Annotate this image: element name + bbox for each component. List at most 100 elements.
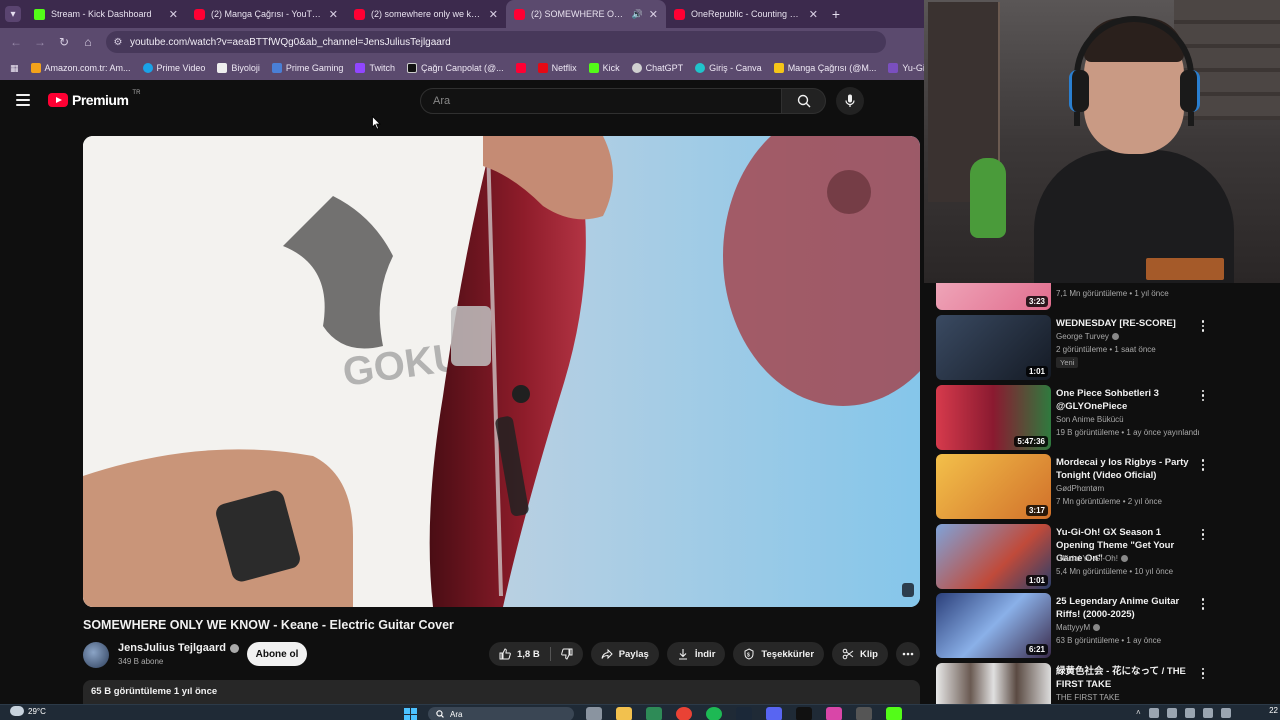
more-vertical-icon[interactable] bbox=[1198, 667, 1208, 681]
tab-counting-stars[interactable]: OneRepublic - Counting Stars - ✕ bbox=[666, 0, 826, 28]
channel-name[interactable]: George Turvey bbox=[1056, 332, 1119, 341]
menu-icon[interactable] bbox=[16, 94, 30, 106]
new-tab-button[interactable]: + bbox=[826, 6, 846, 22]
capture-icon[interactable] bbox=[856, 707, 872, 720]
download-button[interactable]: İndir bbox=[666, 642, 726, 666]
weather-widget[interactable]: 29°C bbox=[10, 706, 46, 716]
bookmark-chatgpt[interactable]: ChatGPT bbox=[631, 63, 683, 73]
more-actions-button[interactable] bbox=[896, 642, 920, 666]
tab-somewhere-video[interactable]: (2) SOMEWHERE ONLY WE 🔊 ✕ bbox=[506, 0, 666, 28]
bookmark-amazon[interactable]: Amazon.com.tr: Am... bbox=[30, 63, 131, 73]
discord-icon[interactable] bbox=[766, 707, 782, 720]
video-player[interactable]: GOKU bbox=[83, 136, 920, 607]
taskbar-search[interactable]: Ara bbox=[428, 707, 574, 720]
channel-name[interactable]: Son Anime Bükücü bbox=[1056, 415, 1124, 424]
channel-name[interactable]: THE FIRST TAKE bbox=[1056, 693, 1120, 702]
notification-icon[interactable] bbox=[1202, 708, 1213, 718]
obs-icon[interactable] bbox=[826, 707, 842, 720]
dislike-button[interactable] bbox=[551, 642, 583, 666]
close-icon[interactable]: ✕ bbox=[489, 8, 498, 21]
bookmark-manga-cagrisi[interactable]: Manga Çağrısı (@M... bbox=[773, 63, 876, 73]
video-thumbnail[interactable]: 6:21 bbox=[936, 593, 1051, 658]
video-title[interactable]: 緑黄色社会 - 花になって / THE FIRST TAKE bbox=[1056, 665, 1196, 691]
list-item[interactable]: 3:17 Mordecai y los Rigbys - Party Tonig… bbox=[936, 452, 1280, 522]
video-title[interactable]: Mordecai y los Rigbys - Party Tonight (V… bbox=[1056, 456, 1196, 482]
game-icon[interactable] bbox=[646, 707, 662, 720]
chevron-up-icon[interactable]: ˄ bbox=[1136, 708, 1141, 718]
bookmark-canva[interactable]: Giriş - Canva bbox=[695, 63, 762, 73]
youtube-logo[interactable]: Premium TR bbox=[48, 90, 140, 108]
video-title[interactable]: One Piece Sohbetleri 3 @GLYOnePiece bbox=[1056, 387, 1196, 413]
bookmark-biyoloji[interactable]: Biyoloji bbox=[217, 63, 260, 73]
voice-search-button[interactable] bbox=[836, 87, 864, 115]
windows-start-icon[interactable] bbox=[404, 708, 417, 720]
bookmark-twitch[interactable]: Twitch bbox=[355, 63, 395, 73]
bookmark-yugioh[interactable]: Yu-Gi-Oh! Master... bbox=[888, 63, 924, 73]
search-input[interactable] bbox=[421, 89, 781, 113]
like-button[interactable]: 1,8 B bbox=[489, 642, 550, 666]
pen-icon[interactable] bbox=[1220, 708, 1231, 718]
close-icon[interactable]: ✕ bbox=[169, 8, 178, 21]
more-vertical-icon[interactable] bbox=[1198, 597, 1208, 611]
bookmark-prime-gaming[interactable]: Prime Gaming bbox=[271, 63, 343, 73]
clip-button[interactable]: Klip bbox=[832, 642, 888, 666]
tab-somewhere-search[interactable]: (2) somewhere only we know c ✕ bbox=[346, 0, 506, 28]
clock[interactable]: 22 bbox=[1269, 706, 1278, 715]
list-item[interactable]: 1:01 WEDNESDAY [RE-SCORE] George Turvey … bbox=[936, 313, 1280, 383]
bookmark-x-cagri[interactable]: Çağrı Canpolat (@... bbox=[406, 63, 504, 73]
home-button[interactable]: ⌂ bbox=[78, 32, 98, 52]
site-info-icon[interactable]: ⚙ bbox=[112, 36, 124, 48]
video-thumbnail[interactable]: 1:01 bbox=[936, 523, 1051, 589]
channel-name[interactable]: MattyyyM bbox=[1056, 623, 1101, 632]
apps-grid-icon[interactable]: ▦ bbox=[10, 63, 19, 74]
network-icon[interactable] bbox=[1148, 708, 1159, 718]
back-button[interactable]: ← bbox=[6, 32, 26, 52]
video-title[interactable]: WEDNESDAY [RE-SCORE] bbox=[1056, 317, 1196, 330]
channel-name[interactable]: GødPhαntøm bbox=[1056, 484, 1104, 493]
bookmark-youtube[interactable] bbox=[515, 63, 526, 73]
more-vertical-icon[interactable] bbox=[1198, 458, 1208, 472]
video-thumbnail[interactable]: 3:17 bbox=[936, 454, 1051, 519]
file-icon[interactable] bbox=[586, 707, 602, 720]
steam-icon[interactable] bbox=[736, 707, 752, 720]
subscribe-button[interactable]: Abone ol bbox=[247, 642, 307, 666]
close-icon[interactable]: ✕ bbox=[329, 8, 338, 21]
tab-kick-dashboard[interactable]: Stream - Kick Dashboard ✕ bbox=[26, 0, 186, 28]
video-thumbnail[interactable]: 3:23 bbox=[936, 283, 1051, 310]
list-item[interactable]: 1:01 Yu-Gi-Oh! GX Season 1 Opening Theme… bbox=[936, 522, 1280, 592]
chrome-icon[interactable] bbox=[676, 707, 692, 720]
forward-button[interactable]: → bbox=[30, 32, 50, 52]
thanks-button[interactable]: $ Teşekkürler bbox=[733, 642, 825, 666]
more-vertical-icon[interactable] bbox=[1198, 319, 1208, 333]
channel-name[interactable]: Official Yu-Gi-Oh! bbox=[1056, 554, 1128, 563]
channel-avatar[interactable] bbox=[83, 642, 109, 668]
video-thumbnail[interactable]: 1:01 bbox=[936, 315, 1051, 380]
capcut-icon[interactable] bbox=[796, 707, 812, 720]
speaker-icon[interactable]: 🔊 bbox=[632, 9, 643, 20]
tab-manga-cagrisi[interactable]: (2) Manga Çağrısı - YouTube ✕ bbox=[186, 0, 346, 28]
video-thumbnail[interactable]: 5:47:36 bbox=[936, 384, 1051, 450]
list-item[interactable]: 5:47:36 One Piece Sohbetleri 3 @GLYOnePi… bbox=[936, 383, 1280, 453]
screen: ▾ Stream - Kick Dashboard ✕ (2) Manga Ça… bbox=[0, 0, 1280, 720]
volume-icon[interactable] bbox=[1166, 708, 1177, 718]
bookmark-netflix[interactable]: Netflix bbox=[537, 63, 577, 73]
bookmark-prime-video[interactable]: Prime Video bbox=[142, 63, 205, 73]
tab-search-button[interactable]: ▾ bbox=[0, 0, 26, 28]
battery-icon[interactable] bbox=[1184, 708, 1195, 718]
share-button[interactable]: Paylaş bbox=[590, 642, 659, 666]
video-title[interactable]: 25 Legendary Anime Guitar Riffs! (2000-2… bbox=[1056, 595, 1196, 621]
channel-name[interactable]: JensJulius Tejlgaard bbox=[118, 642, 240, 654]
list-item[interactable]: 3:23 7,1 Mn görüntüleme • 1 yıl önce bbox=[936, 283, 1280, 313]
folder-icon[interactable] bbox=[616, 707, 632, 720]
search-button[interactable] bbox=[782, 88, 826, 114]
bookmark-kick[interactable]: Kick bbox=[588, 63, 620, 73]
close-icon[interactable]: ✕ bbox=[809, 8, 818, 21]
more-vertical-icon[interactable] bbox=[1198, 528, 1208, 542]
reload-button[interactable]: ↻ bbox=[54, 32, 74, 52]
kick-icon[interactable] bbox=[886, 707, 902, 720]
address-bar[interactable]: ⚙ youtube.com/watch?v=aeaBTTfWQg0&ab_cha… bbox=[106, 31, 886, 53]
list-item[interactable]: 6:21 25 Legendary Anime Guitar Riffs! (2… bbox=[936, 591, 1280, 661]
close-icon[interactable]: ✕ bbox=[649, 8, 658, 21]
more-vertical-icon[interactable] bbox=[1198, 389, 1208, 403]
spotify-icon[interactable] bbox=[706, 707, 722, 720]
